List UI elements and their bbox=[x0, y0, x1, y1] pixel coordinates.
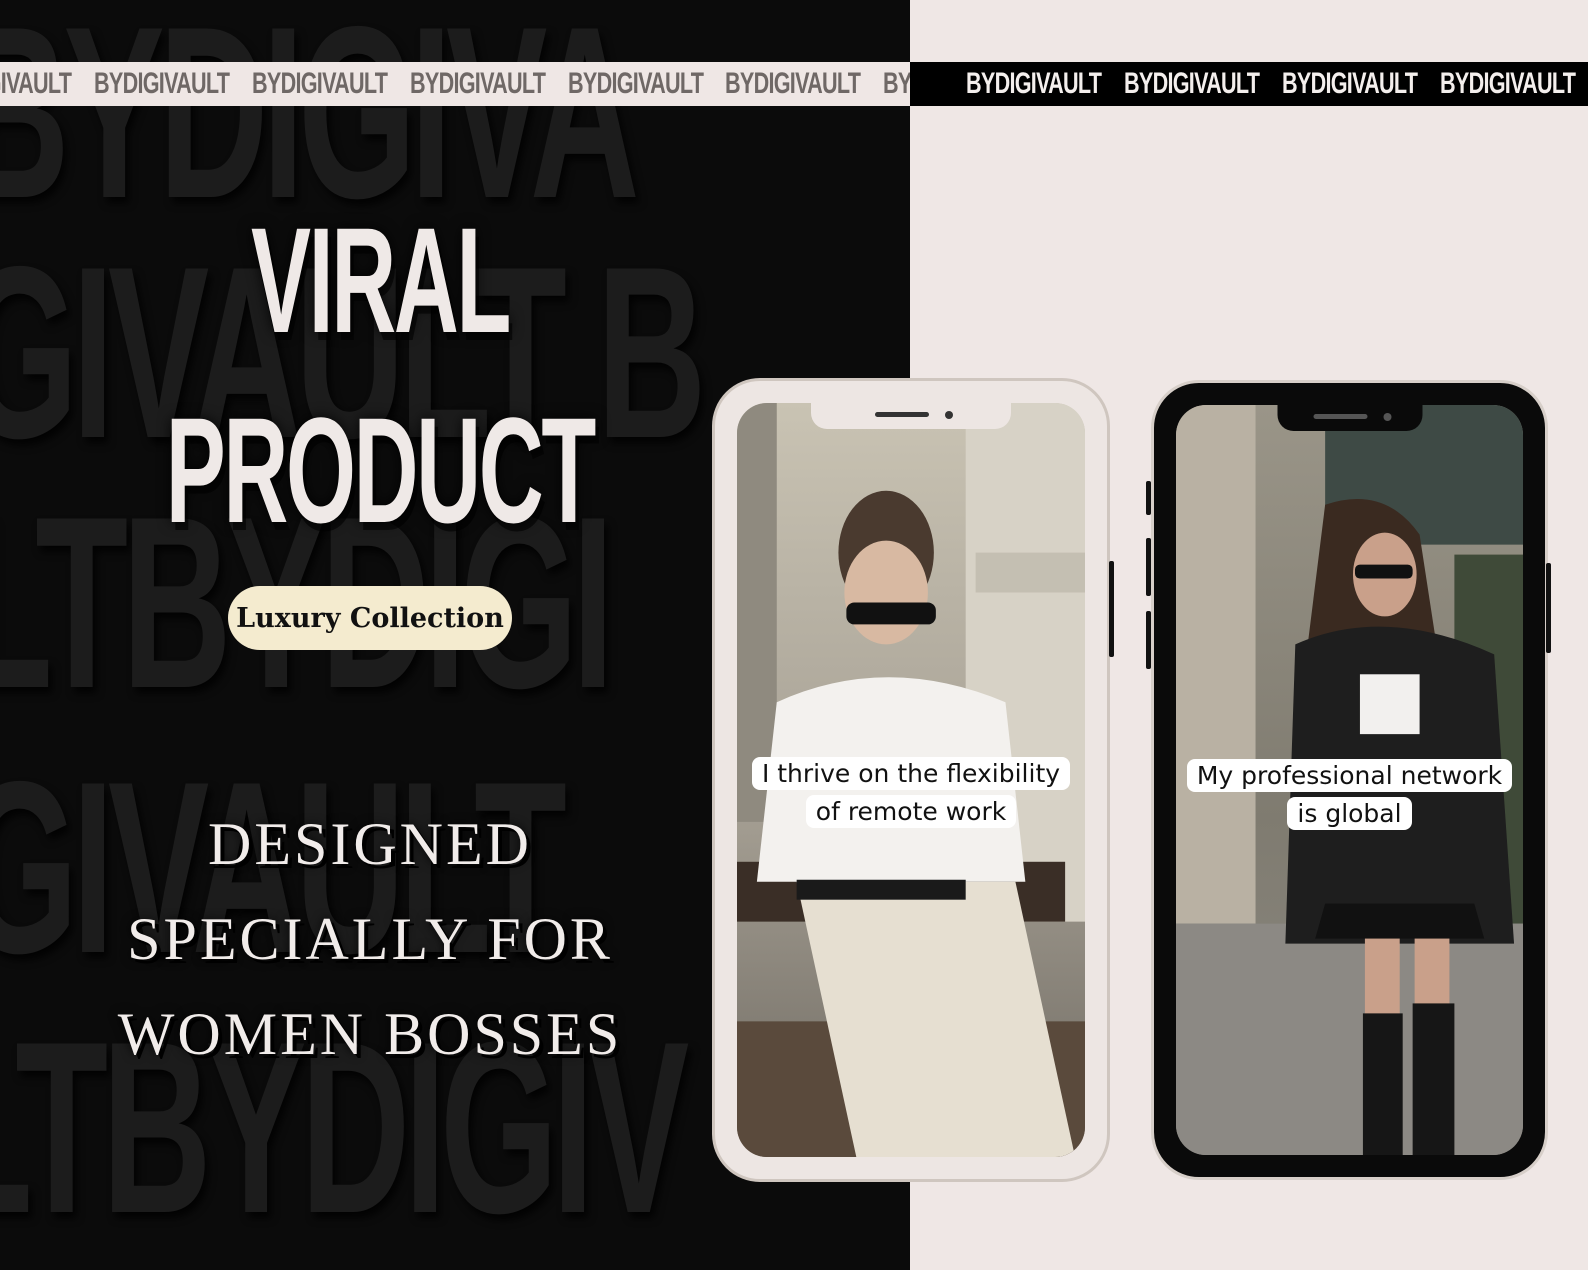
volume-up-button bbox=[1146, 538, 1151, 596]
camera-icon bbox=[1383, 413, 1392, 421]
ticker-item: BYDIGIVAULT bbox=[93, 67, 230, 100]
tagline-line-2: SPECIALLY FOR bbox=[127, 906, 613, 972]
headline-viral: VIRAL bbox=[251, 196, 511, 364]
ticker-item: BYDIGIVAULT bbox=[567, 67, 704, 100]
tagline-line-1: DESIGNED bbox=[208, 811, 532, 877]
volume-down-button bbox=[1146, 611, 1151, 669]
phone-notch bbox=[1277, 405, 1422, 431]
camera-icon bbox=[945, 411, 953, 419]
caption-line-2: is global bbox=[1287, 797, 1412, 830]
phone-caption: My professional network is global bbox=[1176, 757, 1523, 833]
caption-line-2: of remote work bbox=[805, 795, 1017, 828]
phone-notch bbox=[811, 403, 1011, 429]
power-button bbox=[1546, 563, 1551, 653]
caption-line-1: My professional network bbox=[1186, 759, 1513, 792]
ticker-item: BYDIGIVAULT bbox=[0, 67, 72, 100]
mute-switch bbox=[1146, 481, 1151, 515]
ticker-item: BYDIGIVAULT bbox=[1123, 67, 1260, 100]
phone-screen-photo: I thrive on the flexibility of remote wo… bbox=[737, 403, 1085, 1157]
brand-ticker-dark: BYDIGIVAULT BYDIGIVAULT BYDIGIVAULT BYDI… bbox=[910, 62, 1588, 106]
power-button bbox=[1109, 561, 1114, 657]
luxury-collection-badge: Luxury Collection bbox=[228, 586, 512, 650]
ticker-item: BYDIGIVAULT bbox=[1439, 67, 1576, 100]
ticker-item: BYDIGIVAULT bbox=[883, 67, 910, 100]
caption-line-1: I thrive on the flexibility bbox=[751, 757, 1071, 790]
headline-product: PRODUCT bbox=[165, 386, 597, 554]
phone-caption: I thrive on the flexibility of remote wo… bbox=[737, 755, 1085, 831]
phone-mockup-dark: My professional network is global bbox=[1146, 380, 1551, 1180]
phone-screen-photo: My professional network is global bbox=[1176, 405, 1523, 1155]
speaker-icon bbox=[875, 412, 929, 417]
ticker-item: BYDIGIVAULT bbox=[966, 67, 1102, 100]
phone-mockup-light: I thrive on the flexibility of remote wo… bbox=[712, 378, 1114, 1182]
tagline-line-3: WOMEN BOSSES bbox=[117, 1001, 623, 1067]
ticker-item: BYDIGIVAULT bbox=[409, 67, 546, 100]
brand-ticker-light: BYDIGIVAULT BYDIGIVAULT BYDIGIVAULT BYDI… bbox=[0, 62, 910, 106]
speaker-icon bbox=[1313, 414, 1368, 419]
ticker-item: BYDIGIVAULT bbox=[251, 67, 388, 100]
ticker-item: BYDIGIVAULT bbox=[1281, 67, 1418, 100]
ticker-item: BYDIGIVAULT bbox=[725, 67, 861, 100]
